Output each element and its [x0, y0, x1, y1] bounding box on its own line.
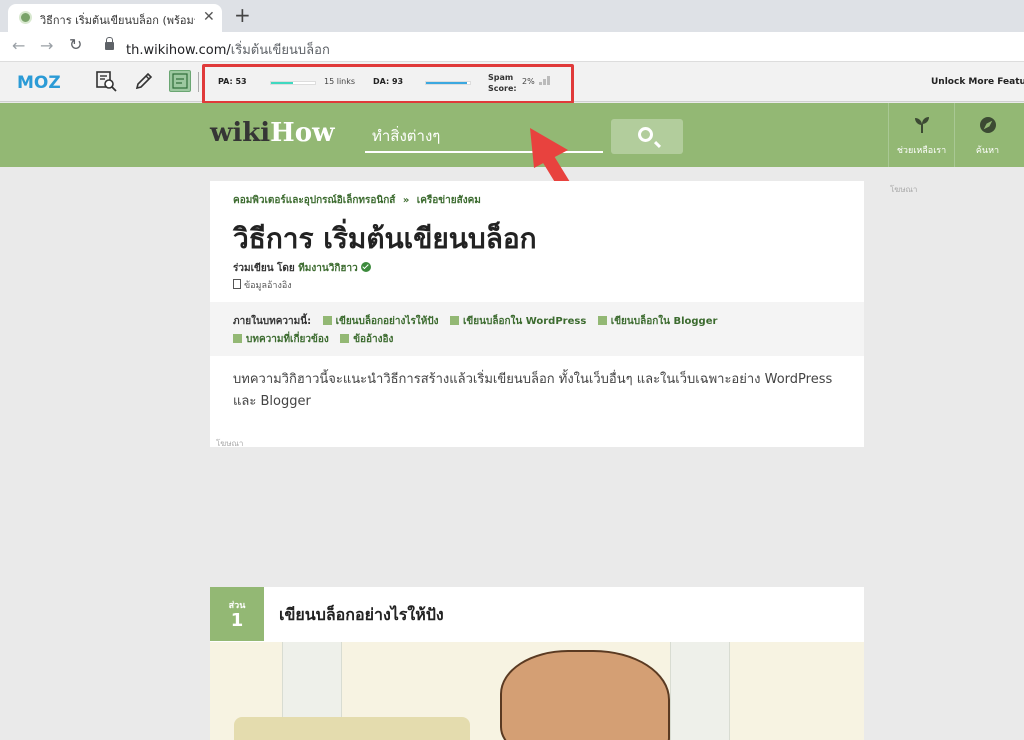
wikihow-header: wikiHow ช่วยเหลือเรา ค้นหา	[0, 103, 1024, 167]
breadcrumb-separator: »	[402, 195, 410, 206]
author-link[interactable]: ทีมงานวิกิฮาว	[298, 263, 358, 274]
tab-strip: วิธีการ เริ่มต้นเขียนบล็อก (พร้อมรูปภาพ …	[0, 0, 1024, 32]
forward-arrow-icon[interactable]: →	[40, 36, 53, 55]
section-illustration	[210, 642, 864, 740]
url-path: เริ่มต้นเขียนบล็อก	[230, 43, 330, 58]
url-host: th.wikihow.com/	[126, 43, 231, 58]
back-arrow-icon[interactable]: ←	[12, 36, 25, 55]
nav-explore[interactable]: ค้นหา	[954, 103, 1020, 167]
references-label: ข้อมูลอ้างอิง	[244, 281, 292, 291]
curtain-shape	[670, 642, 730, 740]
byline-prefix: ร่วมเขียน โดย	[233, 263, 295, 274]
reload-icon[interactable]: ↻	[69, 35, 82, 54]
ad-label: โฆษณา	[216, 439, 244, 448]
tab-title: วิธีการ เริ่มต้นเขียนบล็อก (พร้อมรูปภาพ	[40, 14, 195, 27]
toc-row-2: บทความที่เกี่ยวข้อง ข้ออ้างอิง	[233, 332, 401, 347]
page-analysis-icon[interactable]	[95, 70, 117, 92]
toc-item[interactable]: เขียนบล็อกใน Blogger	[597, 316, 717, 327]
ad-label-right: โฆษณา	[890, 185, 918, 194]
nav-explore-label: ค้นหา	[975, 146, 1000, 156]
article-intro: บทความวิกิฮาวนี้จะแนะนำวิธีการสร้างแล้วเ…	[233, 372, 833, 409]
document-icon	[233, 279, 241, 289]
pencil-icon[interactable]	[133, 70, 155, 92]
verified-check-icon	[360, 262, 371, 272]
sprout-icon	[889, 115, 954, 140]
part-number: 1	[230, 610, 244, 631]
address-bar: ← → ↻ th.wikihow.com/เริ่มต้นเขียนบล็อก	[0, 32, 1024, 62]
page-title: วิธีการ เริ่มต้นเขียนบล็อก	[233, 222, 537, 255]
logo-wiki: wiki	[210, 118, 271, 148]
lock-icon[interactable]	[105, 37, 114, 50]
browser-tab[interactable]: วิธีการ เริ่มต้นเขียนบล็อก (พร้อมรูปภาพ …	[8, 4, 222, 32]
logo-how: How	[270, 118, 335, 148]
moz-logo[interactable]: MOZ	[17, 73, 61, 93]
toc-item[interactable]: เขียนบล็อกใน WordPress	[450, 316, 586, 327]
close-tab-icon[interactable]: ✕	[203, 9, 215, 25]
nav-help-us-label: ช่วยเหลือเรา	[896, 146, 947, 156]
table-of-contents: ภายในบทความนี้: เขียนบล็อกอย่างไรให้ปัง …	[210, 302, 864, 356]
new-tab-button[interactable]: +	[234, 3, 251, 27]
breadcrumb-item-social[interactable]: เครือข่ายสังคม	[417, 195, 481, 206]
search-icon	[638, 127, 653, 142]
person-hair-shape	[500, 650, 670, 740]
wikihow-logo[interactable]: wikiHow	[210, 118, 334, 148]
references-link[interactable]: ข้อมูลอ้างอิง	[233, 278, 292, 292]
sign-shape	[234, 717, 470, 740]
toolbar-divider	[198, 72, 199, 92]
section-title: เขียนบล็อกอย่างไรให้ปัง	[279, 605, 444, 624]
article-card: คอมพิวเตอร์และอุปกรณ์อิเล็กทรอนิกส์ » เค…	[210, 181, 864, 448]
unlock-features-link[interactable]: Unlock More Feature	[931, 77, 1024, 87]
wikihow-favicon-icon	[19, 11, 32, 24]
toc-item[interactable]: เขียนบล็อกอย่างไรให้ปัง	[322, 316, 439, 327]
toc-label: ภายในบทความนี้:	[233, 316, 312, 327]
metrics-highlight-box	[202, 64, 574, 104]
url-field[interactable]: th.wikihow.com/เริ่มต้นเขียนบล็อก	[126, 39, 330, 60]
breadcrumb: คอมพิวเตอร์และอุปกรณ์อิเล็กทรอนิกส์ » เค…	[233, 193, 481, 208]
breadcrumb-item-computers[interactable]: คอมพิวเตอร์และอุปกรณ์อิเล็กทรอนิกส์	[233, 195, 395, 206]
section-card: ส่วน 1 เขียนบล็อกอย่างไรให้ปัง	[210, 587, 864, 740]
toc-item[interactable]: ข้ออ้างอิง	[340, 334, 393, 345]
part-badge: ส่วน 1	[210, 587, 264, 641]
search-button[interactable]	[611, 119, 683, 154]
toc-row-1: ภายในบทความนี้: เขียนบล็อกอย่างไรให้ปัง …	[233, 314, 725, 329]
nav-help-us[interactable]: ช่วยเหลือเรา	[888, 103, 954, 167]
toc-item[interactable]: บทความที่เกี่ยวข้อง	[233, 334, 329, 345]
compass-icon	[955, 115, 1020, 140]
highlight-links-icon[interactable]	[169, 70, 191, 92]
byline: ร่วมเขียน โดย ทีมงานวิกิฮาว	[233, 261, 371, 276]
